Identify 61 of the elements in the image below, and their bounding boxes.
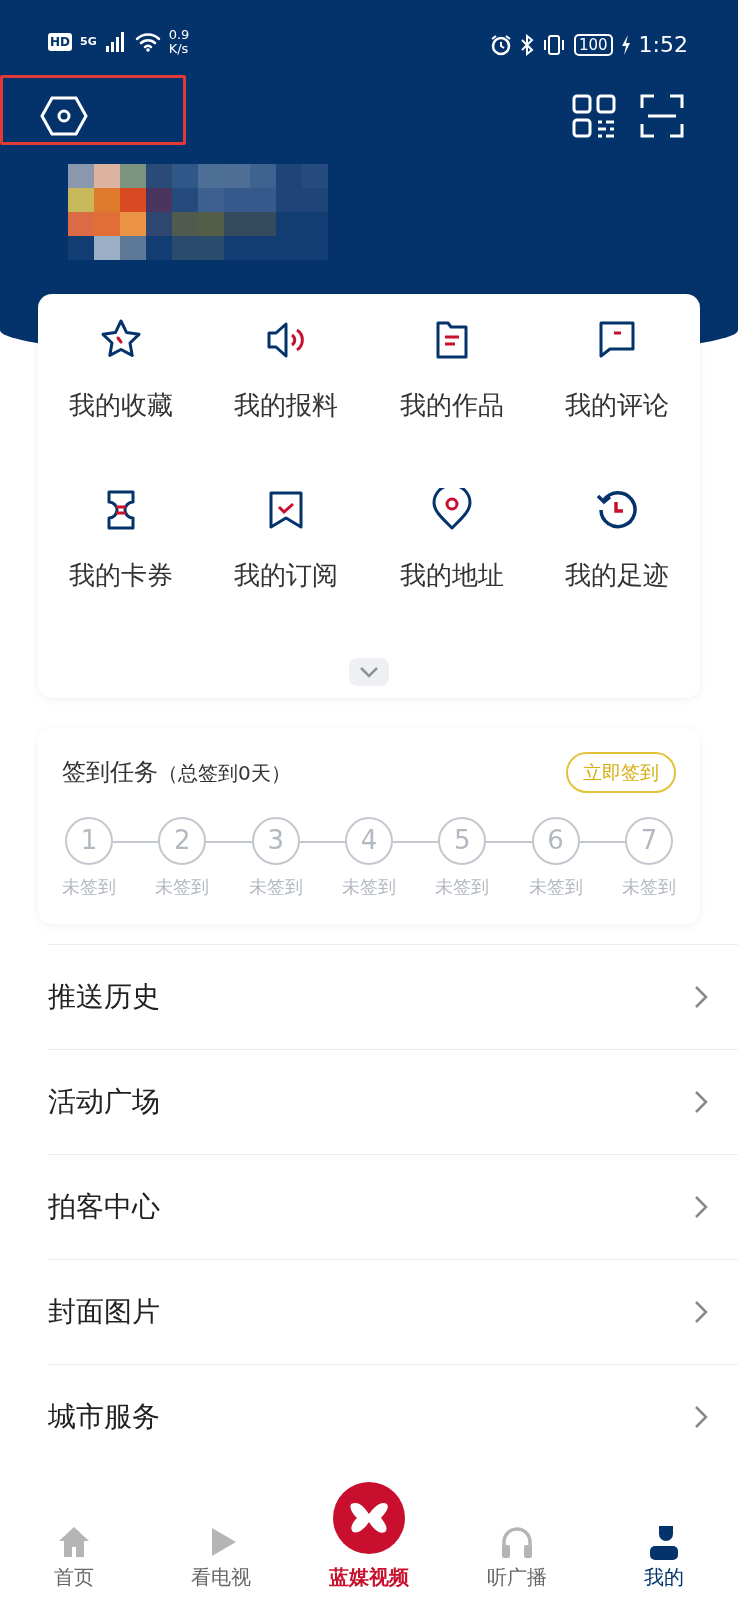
status-time: 1:52: [638, 31, 688, 59]
day-circle: 6: [531, 816, 580, 865]
section-title: 签到任务: [62, 757, 158, 789]
shortcut-label[interactable]: 我的作品: [399, 386, 504, 425]
scan-icon[interactable]: [640, 94, 684, 138]
day-circle: 4: [345, 816, 393, 865]
shortcut-label[interactable]: 我的收藏: [68, 386, 173, 425]
chevron-right-icon: [694, 1404, 708, 1429]
tab-item[interactable]: 我的: [590, 1482, 738, 1600]
tab-item[interactable]: 首页: [0, 1482, 148, 1600]
chevron-down-icon: [359, 666, 379, 678]
chevron-right-icon: [694, 984, 708, 1009]
day-circle: 7: [624, 816, 673, 865]
chevron-right-icon: [694, 1299, 708, 1324]
day-circle: 1: [65, 816, 113, 865]
expand-button[interactable]: [349, 658, 389, 686]
shortcut-label[interactable]: 我的报料: [234, 386, 339, 425]
speed-value: 0.9: [168, 28, 190, 43]
settings-icon[interactable]: [40, 96, 88, 136]
day-status: 未签到: [155, 874, 210, 899]
tab-item[interactable]: 听广播: [442, 1482, 591, 1600]
day-status: 未签到: [528, 874, 583, 899]
shortcut-label[interactable]: 我的评论: [565, 386, 670, 425]
menu-label: 拍客中心: [48, 1188, 160, 1225]
tab-item[interactable]: 看电视: [147, 1482, 296, 1600]
chevron-right-icon: [694, 1194, 708, 1219]
hd-badge: HD: [48, 33, 72, 52]
tab-item[interactable]: 蓝媒视频: [295, 1482, 443, 1600]
network-label: 5G: [80, 34, 97, 51]
day-status: 未签到: [342, 874, 396, 899]
day-circle: 3: [251, 816, 300, 865]
day-circle: 5: [438, 816, 487, 865]
day-status: 未签到: [621, 874, 676, 899]
menu-row[interactable]: 活动广场: [48, 1048, 738, 1154]
day-circle: 2: [158, 816, 207, 865]
vibrate-icon: [541, 33, 566, 56]
menu-label: 城市服务: [48, 1398, 160, 1435]
chevron-right-icon: [694, 1089, 708, 1114]
battery-level: 100: [573, 33, 613, 56]
menu-row[interactable]: 拍客中心: [48, 1153, 738, 1259]
qr-code-icon[interactable]: [572, 94, 616, 138]
shortcut-label[interactable]: 我的地址: [399, 556, 504, 595]
day-status: 未签到: [248, 874, 303, 899]
wifi-icon: [134, 32, 161, 53]
day-status: 未签到: [435, 874, 490, 899]
menu-label: 活动广场: [48, 1083, 160, 1120]
menu-label: 封面图片: [48, 1293, 160, 1330]
total-count: （总签到0天）: [158, 760, 291, 788]
day-status: 未签到: [62, 874, 116, 899]
menu-row[interactable]: 城市服务: [48, 1363, 738, 1469]
signal-icon: [104, 32, 127, 53]
speed-unit: K/s: [168, 42, 190, 57]
menu-row[interactable]: 封面图片: [48, 1258, 738, 1364]
bluetooth-icon: [519, 33, 534, 56]
alarm-icon: [489, 33, 512, 56]
shortcut-label[interactable]: 我的卡券: [68, 556, 173, 595]
shortcut-label[interactable]: 我的订阅: [234, 556, 339, 595]
charging-icon: [620, 33, 631, 56]
menu-row[interactable]: 推送历史: [48, 943, 738, 1049]
menu-label: 推送历史: [48, 978, 160, 1015]
shortcut-label[interactable]: 我的足迹: [565, 556, 670, 595]
